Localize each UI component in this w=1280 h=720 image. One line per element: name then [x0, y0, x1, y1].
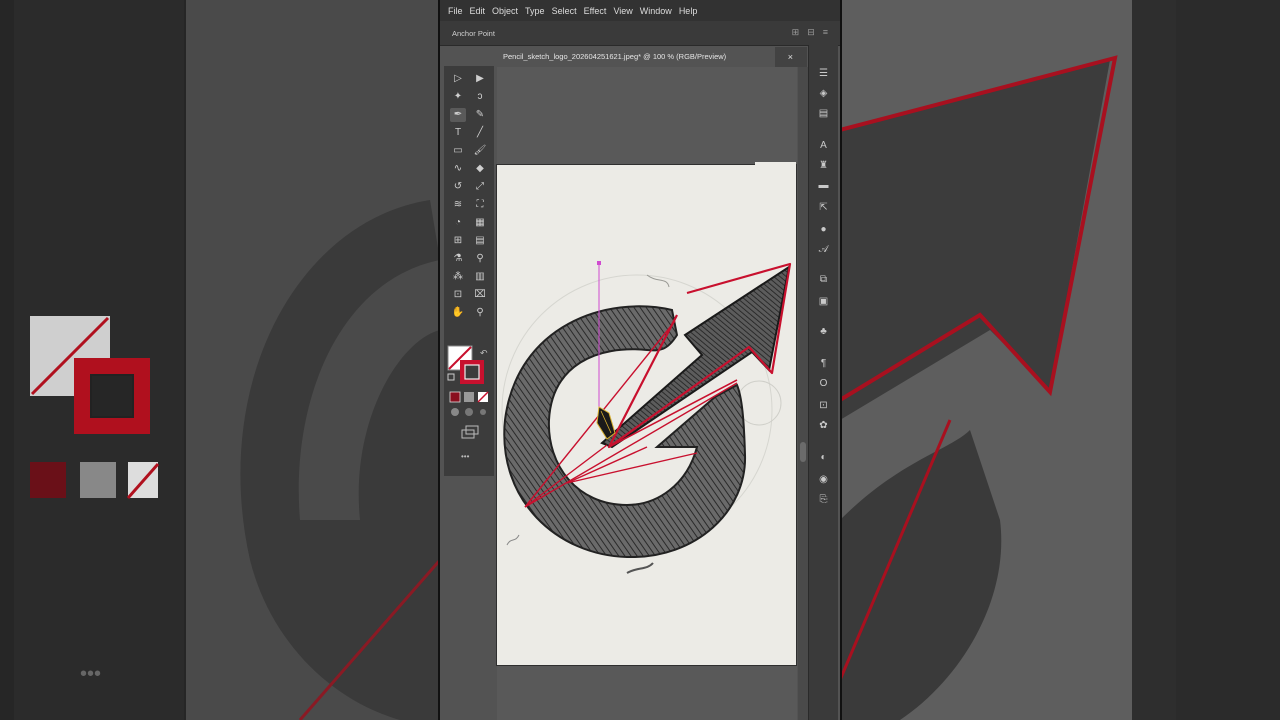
menu-view[interactable]: View: [613, 6, 632, 16]
svg-text:•••: •••: [80, 663, 101, 685]
artboard-tool-icon[interactable]: ⊡: [450, 288, 466, 302]
properties-icon[interactable]: ☰: [816, 67, 831, 81]
canvas-area[interactable]: [497, 67, 797, 720]
artboard[interactable]: [497, 165, 796, 665]
control-bar-label: Anchor Point: [452, 29, 495, 38]
paragraph-icon[interactable]: ¶: [816, 357, 831, 371]
menu-window[interactable]: Window: [640, 6, 672, 16]
fill-stroke-controls[interactable]: ↶: [446, 344, 492, 494]
hand-tool-icon[interactable]: ✋: [450, 306, 466, 320]
menu-help[interactable]: Help: [679, 6, 698, 16]
zoom-tool-icon[interactable]: ⚲: [472, 306, 488, 320]
illustrator-window: File Edit Object Type Select Effect View…: [438, 0, 842, 720]
panel-menu-icon[interactable]: ≡: [823, 27, 828, 38]
arrange-documents-icon[interactable]: ⊞: [792, 27, 800, 38]
document-tab[interactable]: Pencil_sketch_logo_202604251621.jpeg* @ …: [497, 47, 793, 67]
menu-bar: File Edit Object Type Select Effect View…: [440, 0, 840, 21]
blend-tool-icon[interactable]: ⚲: [472, 252, 488, 266]
more-tools-button[interactable]: •••: [461, 452, 469, 461]
left-backdrop: •••: [0, 0, 440, 720]
menu-select[interactable]: Select: [552, 6, 577, 16]
export-icon[interactable]: ⇱: [816, 201, 831, 215]
tab-close-icon[interactable]: ×: [788, 47, 793, 67]
document-tab-title: Pencil_sketch_logo_202604251621.jpeg* @ …: [503, 52, 727, 61]
column-graph-tool-icon[interactable]: ▥: [472, 270, 488, 284]
swatches-icon[interactable]: ✿: [816, 419, 831, 433]
vertical-scrollbar[interactable]: [798, 67, 808, 720]
menu-file[interactable]: File: [448, 6, 463, 16]
type-icon[interactable]: 𝒜: [816, 243, 831, 257]
color-icon[interactable]: ◉: [816, 473, 831, 487]
warp-tool-icon[interactable]: ≋: [450, 198, 466, 212]
blurred-artwork-right: [840, 0, 1280, 720]
eyedropper-tool-icon[interactable]: ⚗: [450, 252, 466, 266]
right-panel-dock: ☰ ◈ ▤ A ♜ ▬ ⇱ ● 𝒜 ⧉ ▣ ♣ ¶ O ⊡ ✿ ◐ ◉ ⎘: [808, 45, 838, 720]
menu-edit[interactable]: Edit: [470, 6, 486, 16]
rotate-tool-icon[interactable]: ↺: [450, 180, 466, 194]
gradient-icon[interactable]: ▬: [816, 179, 831, 193]
rectangle-tool-icon[interactable]: ▭: [450, 144, 466, 158]
gradient-tool-icon[interactable]: ▤: [472, 234, 488, 248]
tools-panel: ▷ ▶ ✦ ↄ ✒ ✎ T ╱ ▭ 🖌 ∿ ◆ ↺ ⤢ ≋ ⛶ ◔ ▦ ⊞ ▤ …: [444, 66, 494, 476]
selection-tool-icon[interactable]: ▷: [450, 72, 466, 86]
scrollbar-thumb[interactable]: [800, 442, 806, 462]
image-trace-icon[interactable]: ▣: [816, 295, 831, 309]
appearance-icon[interactable]: ◐: [816, 451, 831, 465]
slice-tool-icon[interactable]: ⌧: [472, 288, 488, 302]
transform-icon[interactable]: ⊡: [816, 399, 831, 413]
opentype-icon[interactable]: O: [816, 377, 831, 391]
workspace-switcher-icon[interactable]: ⊟: [807, 27, 815, 38]
scale-tool-icon[interactable]: ⤢: [472, 180, 488, 194]
links-icon[interactable]: ⎘: [816, 493, 831, 507]
character-icon[interactable]: A: [816, 139, 831, 153]
lasso-tool-icon[interactable]: ↄ: [472, 90, 488, 104]
shaper-tool-icon[interactable]: ∿: [450, 162, 466, 176]
curvature-tool-icon[interactable]: ✎: [472, 108, 488, 122]
symbol-sprayer-tool-icon[interactable]: ⁂: [450, 270, 466, 284]
eraser-tool-icon[interactable]: ◆: [472, 162, 488, 176]
perspective-grid-tool-icon[interactable]: ▦: [472, 216, 488, 230]
direct-selection-tool-icon[interactable]: ▶: [472, 72, 488, 86]
placed-sketch-image[interactable]: [497, 165, 796, 665]
line-tool-icon[interactable]: ╱: [472, 126, 488, 140]
align-icon[interactable]: ▤: [816, 107, 831, 121]
blurred-artwork-left: •••: [30, 0, 440, 720]
symbols-icon[interactable]: ♣: [816, 325, 831, 339]
free-transform-tool-icon[interactable]: ⛶: [472, 198, 488, 212]
type-tool-icon[interactable]: T: [450, 126, 466, 140]
menu-effect[interactable]: Effect: [584, 6, 607, 16]
pathfinder-icon[interactable]: ⧉: [816, 273, 831, 287]
menu-type[interactable]: Type: [525, 6, 545, 16]
paintbrush-tool-icon[interactable]: 🖌: [472, 144, 488, 158]
mesh-tool-icon[interactable]: ⊞: [450, 234, 466, 248]
right-backdrop: [840, 0, 1280, 720]
document-tab-bar: Pencil_sketch_logo_202604251621.jpeg* @ …: [497, 47, 807, 67]
stroke-icon[interactable]: ●: [816, 223, 831, 237]
shape-builder-tool-icon[interactable]: ◔: [450, 216, 466, 230]
magic-wand-tool-icon[interactable]: ✦: [450, 90, 466, 104]
menu-object[interactable]: Object: [492, 6, 518, 16]
libraries-icon[interactable]: ♜: [816, 159, 831, 173]
layers-icon[interactable]: ◈: [816, 87, 831, 101]
artboard-edge-highlight: [755, 162, 796, 165]
window-left-edge: [438, 0, 440, 720]
pen-tool-icon[interactable]: ✒: [450, 108, 466, 122]
control-bar: Anchor Point ⊞ ⊟ ≡: [440, 21, 840, 46]
window-right-edge: [840, 0, 842, 720]
control-bar-icons: ⊞ ⊟ ≡: [792, 27, 828, 38]
svg-text:↶: ↶: [480, 349, 488, 359]
